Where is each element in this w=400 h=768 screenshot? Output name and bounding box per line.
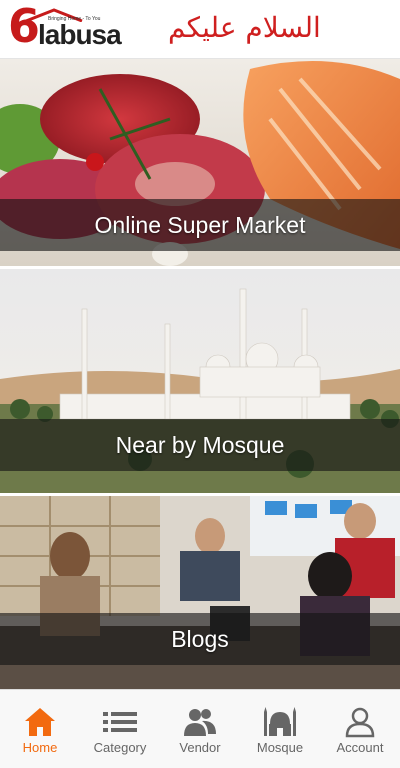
nav-item-home[interactable]: Home (0, 690, 80, 768)
nav-item-category[interactable]: Category (80, 690, 160, 768)
greeting-text: السلام عليكم (168, 11, 321, 44)
app-header: 6 Bringing Home - To You labusa السلام ع… (0, 0, 400, 59)
banner-caption: Blogs (0, 613, 400, 665)
home-icon (25, 708, 55, 736)
list-icon (103, 712, 137, 732)
banner-online-super-market[interactable]: Online Super Market (0, 59, 400, 266)
nav-label: Vendor (179, 740, 221, 755)
nav-item-account[interactable]: Account (320, 690, 400, 768)
nav-label: Home (22, 740, 58, 755)
nav-label: Mosque (256, 740, 304, 755)
app-logo[interactable]: 6 Bringing Home - To You labusa (8, 0, 132, 53)
user-icon (345, 707, 375, 738)
banner-near-by-mosque[interactable]: Near by Mosque (0, 269, 400, 493)
banner-caption: Online Super Market (0, 199, 400, 251)
nav-label: Category (93, 740, 147, 755)
banner-caption: Near by Mosque (0, 419, 400, 471)
bottom-navigation: Home Category Vendor Mosque Account (0, 689, 400, 768)
nav-label: Account (336, 740, 384, 755)
nav-item-mosque[interactable]: Mosque (240, 690, 320, 768)
banner-blogs[interactable]: Blogs (0, 496, 400, 689)
mosque-icon (264, 707, 296, 736)
nav-item-vendor[interactable]: Vendor (160, 690, 240, 768)
users-icon (184, 709, 216, 736)
logo-word: labusa (38, 19, 122, 50)
